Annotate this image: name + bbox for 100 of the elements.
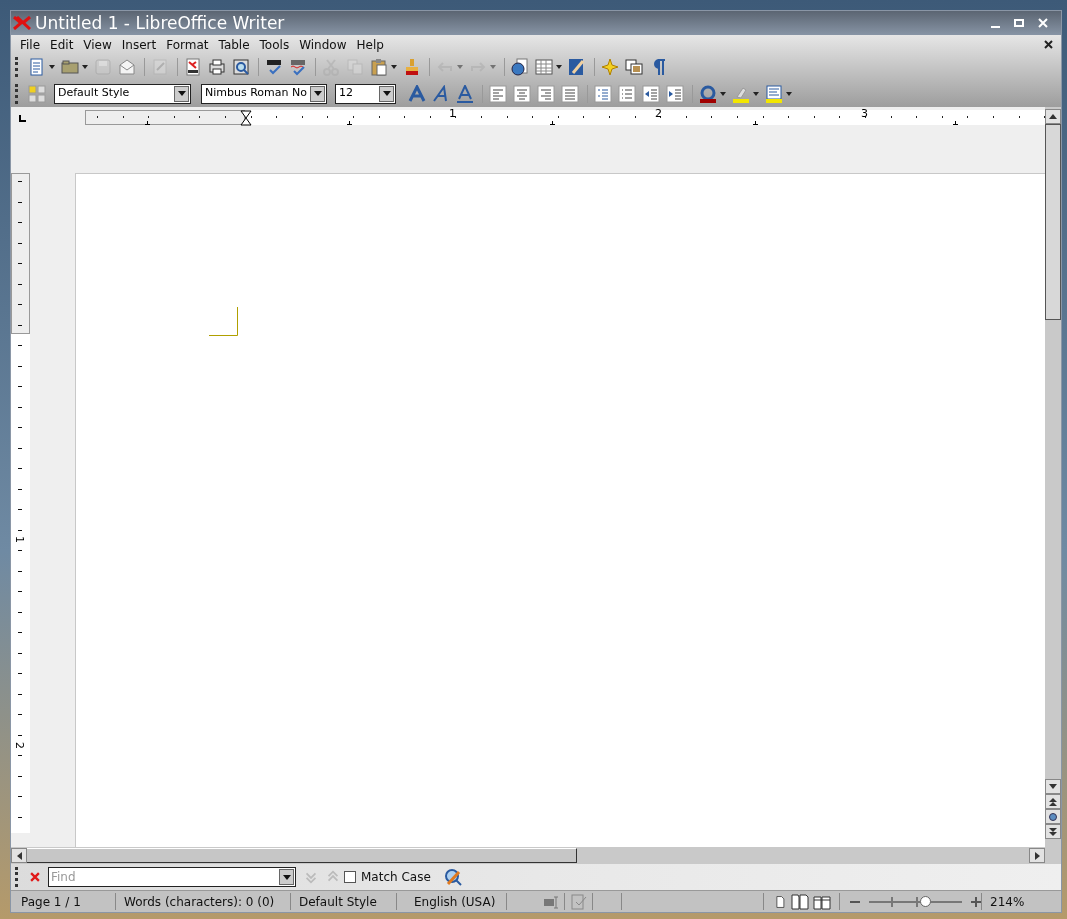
menu-item[interactable]: View [78,35,117,54]
font-color-icon [699,84,717,103]
auto-spellcheck-icon [289,58,307,76]
menu-item[interactable]: Help [351,35,389,54]
italic-a-icon [432,84,450,103]
toolbar-handle[interactable] [15,83,18,104]
dropdown-button[interactable] [174,85,189,102]
print-preview-icon [232,58,250,76]
clipboard-icon [370,58,388,76]
menu-item[interactable]: Window [294,35,352,54]
find-field[interactable]: Find [49,868,279,886]
table-grid-button[interactable] [533,56,564,78]
ruler-number: 2 [655,108,662,119]
table-grid-icon [535,58,553,76]
styles-icon [28,84,46,103]
printer-icon [208,58,226,76]
increase-indent-button[interactable] [664,82,686,105]
close-icon [1043,40,1053,49]
language: English (USA) [414,893,496,911]
tab-type-icon[interactable] [19,113,27,122]
drawing-brush-icon [568,58,586,76]
toolbar-handle[interactable] [15,57,18,77]
menu-item[interactable]: Format [161,35,214,54]
horizontal-scrollbar[interactable] [11,847,1061,864]
paragraph-style-combo[interactable]: Default Style [54,83,191,104]
close-icon [28,870,42,884]
sparkle-button[interactable] [599,56,621,78]
zoom-slider[interactable] [868,896,963,907]
scissors-icon [322,58,340,76]
caret-icon [786,91,792,96]
pdf-icon [184,58,202,76]
paintbrush-icon [403,58,421,76]
underline-a-icon [456,84,474,103]
scroll-left-button[interactable] [11,848,27,863]
scroll-down-button[interactable] [1045,779,1061,794]
toolbar-handle[interactable] [15,867,18,887]
zoom-out-button[interactable] [850,900,860,903]
printer-button[interactable] [206,56,228,78]
checkbox[interactable] [344,871,356,883]
globe-document-button[interactable] [509,56,531,78]
folder-icon [61,58,79,76]
vertical-scrollbar[interactable] [1045,107,1061,847]
dropdown-button[interactable] [379,85,394,102]
word-count: Words (characters): 0 (0) [124,893,275,911]
decrease-indent-button[interactable] [640,82,662,105]
page-style: Default Style [299,893,377,911]
scroll-up-button[interactable] [1045,109,1061,124]
align-center-icon [513,84,531,103]
clipboard-button[interactable] [368,56,399,78]
find-combobox[interactable]: Find [48,867,296,887]
menu-item[interactable]: Tools [254,35,295,54]
copy-icon [346,58,364,76]
page-number: Page 1 / 1 [21,893,81,911]
scroll-thumb[interactable] [1045,124,1061,320]
app-logo-icon [13,16,31,30]
print-preview-button[interactable] [230,56,252,78]
menu-item[interactable]: Table [213,35,255,54]
dropdown-button[interactable] [279,869,294,885]
overlapping-windows-button[interactable] [623,56,645,78]
caret-icon [720,91,726,96]
scroll-right-button[interactable] [1029,848,1045,863]
checkbox-label: Match Case [361,869,431,886]
zoom-in-button[interactable] [971,896,981,907]
horizontal-scroll-thumb[interactable] [27,848,577,863]
decrease-indent-icon [642,84,660,103]
justify-icon [561,84,579,103]
menu-item[interactable]: Insert [116,35,162,54]
paragraph-background-button[interactable] [763,82,794,105]
dropdown-button[interactable] [310,85,325,102]
numbered-list-button[interactable] [592,82,614,105]
find-replace-button[interactable] [442,867,463,887]
paragraph-background-icon [765,84,783,103]
overlapping-windows-icon [625,58,643,76]
multi-page-view-icon [790,892,809,911]
find-replace-icon [443,868,462,886]
bulleted-list-button[interactable] [616,82,638,105]
slider-thumb[interactable] [919,895,931,907]
window-title: Untitled 1 - LibreOffice Writer [35,14,285,32]
navigation-button[interactable] [1045,809,1061,824]
spellcheck-icon [265,58,283,76]
ruler-number: 1 [14,536,25,543]
numbered-list-icon [594,84,612,103]
ruler-number: 2 [14,742,25,749]
previous-page-button[interactable] [1045,794,1061,809]
indent-marker[interactable] [240,110,252,126]
font-size-combo[interactable]: 12 [335,83,396,104]
next-page-button[interactable] [1045,824,1061,839]
justify-button[interactable] [559,82,581,105]
font-name-combo[interactable]: Nimbus Roman No [201,83,327,104]
zoom-level: 214% [990,893,1025,911]
ruler-number: 1 [449,108,456,119]
selection-mode-icon [569,892,588,911]
increase-indent-icon [666,84,684,103]
caret-icon [753,91,759,96]
new-document-icon [28,58,46,76]
menu-item[interactable]: Edit [45,35,79,54]
underline-a-button[interactable] [454,82,476,105]
bulleted-list-icon [618,84,636,103]
menu-item[interactable]: File [15,35,46,54]
envelope-icon [118,58,136,76]
